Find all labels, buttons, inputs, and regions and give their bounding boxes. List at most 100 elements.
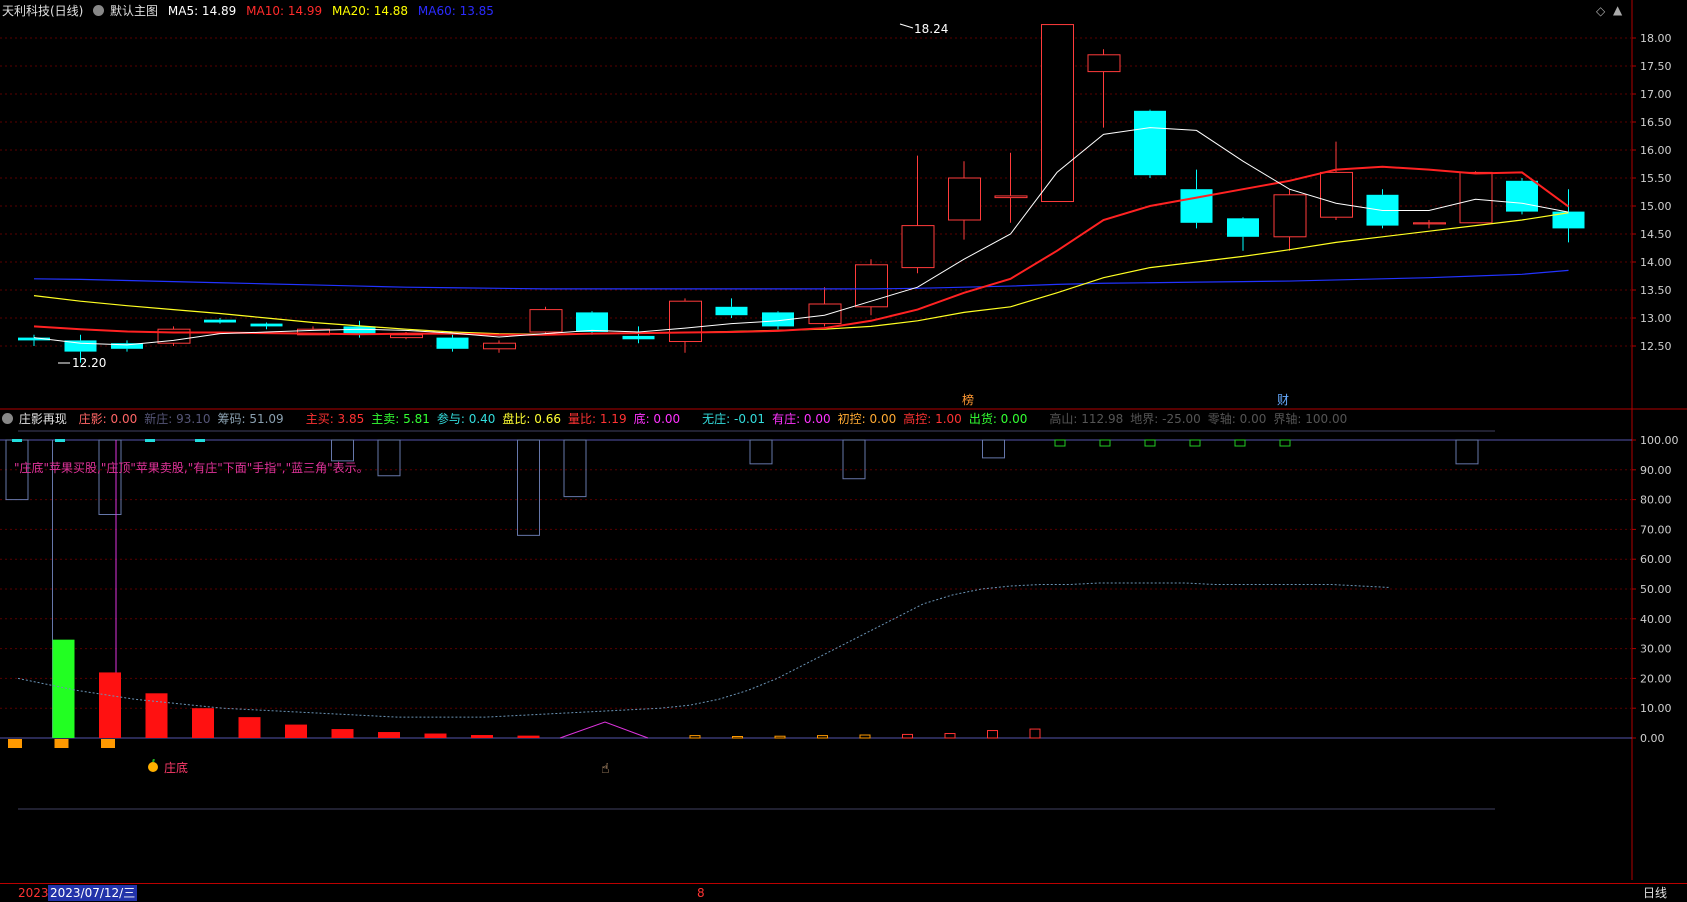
- period-tab-daily[interactable]: 日线: [1643, 885, 1667, 901]
- small-outline-bar: [689, 735, 701, 739]
- indicator-panel[interactable]: 100.00 90.00 80.00 70.00 60.00 50.00 40.00 30.0…: [0, 410, 1687, 880]
- template-label[interactable]: 默认主图: [110, 4, 158, 18]
- price-axis-label: 14.00: [1640, 256, 1672, 269]
- indicator-value-13: 出货: 0.00: [968, 412, 1028, 426]
- stock-title[interactable]: 天利科技(日线): [2, 4, 83, 18]
- red-volume-bar: [424, 733, 447, 738]
- candle-body: [1273, 194, 1307, 238]
- indicator-value-14: 高山: 112.98: [1049, 412, 1124, 426]
- price-axis-label: 15.00: [1640, 200, 1672, 213]
- indicator-value-9: 无庄: -0.01: [702, 412, 766, 426]
- indicator-value-0: 庄影: 0.00: [78, 412, 138, 426]
- red-volume-bar: [145, 693, 168, 738]
- green-top-marker: [1144, 439, 1156, 447]
- green-top-marker: [1054, 439, 1066, 447]
- price-axis-label: 17.00: [1640, 88, 1672, 101]
- green-top-marker: [1189, 439, 1201, 447]
- indicator-value-2: 筹码: 51.09: [217, 412, 284, 426]
- ma20-line: [33, 212, 1569, 335]
- orange-marker: [8, 739, 22, 748]
- indicator-axis-label: 30.00: [1640, 643, 1672, 656]
- indicator-value-4: 主卖: 5.81: [371, 412, 430, 426]
- indicator-value-1: 新庄: 93.10: [144, 412, 211, 426]
- candle-body: [948, 177, 981, 221]
- indicator-name[interactable]: 庄影再现: [19, 412, 67, 426]
- candle-body: [855, 264, 888, 308]
- candle-body: [669, 300, 702, 343]
- indicator-value-7: 量比: 1.19: [568, 412, 627, 426]
- price-axis-label: 15.50: [1640, 172, 1672, 185]
- template-dropdown-icon[interactable]: [93, 5, 105, 16]
- hollow-bar: [749, 439, 773, 465]
- indicator-axis-label: 100.00: [1640, 434, 1679, 447]
- indicator-axis-label: 20.00: [1640, 672, 1672, 685]
- price-axis-label: 13.50: [1640, 284, 1672, 297]
- indicator-value-17: 界轴: 100.00: [1273, 412, 1348, 426]
- candle-body: [901, 225, 935, 269]
- indicator-axis-label: 90.00: [1640, 464, 1672, 477]
- price-axis-label: 16.00: [1640, 144, 1672, 157]
- small-outline-bar: [987, 730, 998, 739]
- green-top-marker: [1279, 439, 1291, 447]
- price-axis-label: 14.50: [1640, 228, 1672, 241]
- small-outline-bar: [1029, 728, 1041, 739]
- indicator-axis-label: 10.00: [1640, 702, 1672, 715]
- candle-body: [483, 342, 516, 350]
- price-chart-panel[interactable]: 18.00 17.50 17.00 16.50 16.00 15.50 15.00 14.50…: [0, 0, 1687, 410]
- indicator-value-15: 地界: -25.00: [1130, 412, 1201, 426]
- small-outline-bar: [944, 733, 956, 739]
- magenta-signal-line: [559, 721, 649, 739]
- red-volume-bar: [285, 724, 307, 738]
- status-date[interactable]: 2023/07/12/三: [48, 885, 138, 901]
- red-volume-bar: [378, 732, 400, 738]
- small-outline-bar: [902, 733, 913, 739]
- indicator-value-5: 参与: 0.40: [436, 412, 496, 426]
- price-axis-label: 17.50: [1640, 60, 1672, 73]
- indicator-axis-label: 40.00: [1640, 613, 1672, 626]
- indicator-value-10: 有庄: 0.00: [772, 412, 831, 426]
- indicator-value-8: 底: 0.00: [633, 412, 681, 426]
- price-chart-canvas[interactable]: 18.00 17.50 17.00 16.50 16.00 15.50 15.00 14.50…: [0, 0, 1687, 410]
- price-chart-header: 天利科技(日线) 默认主图 MA5: 14.89 MA10: 14.99 MA2…: [2, 3, 500, 19]
- zhuangdi-label: 庄底: [164, 761, 189, 775]
- indicator-axis-label: 80.00: [1640, 494, 1672, 507]
- ma20-value: MA20: 14.88: [332, 4, 409, 18]
- candle-body: [1087, 54, 1121, 73]
- status-mid-mark: 8: [697, 886, 705, 900]
- price-axis-label: 16.50: [1640, 116, 1672, 129]
- ma10-value: MA10: 14.99: [246, 4, 323, 18]
- hollow-bar: [982, 439, 1005, 459]
- cyan-top-marker: [12, 439, 22, 442]
- chip-line: [17, 582, 1391, 718]
- hollow-bar: [331, 439, 354, 462]
- high-price-arrow: [899, 23, 914, 29]
- status-bar: 2023 2023/07/12/三 8 日线: [0, 883, 1687, 902]
- price-axis-label: 18.00: [1640, 32, 1672, 45]
- candle-body: [715, 306, 748, 316]
- indicator-note: "庄底"苹果买股,"庄顶"苹果卖股,"有庄"下面"手指","蓝三角"表示。: [14, 461, 369, 475]
- indicator-values: 庄影: 0.00 新庄: 93.10 筹码: 51.09 主买: 3.85 主卖: 5.…: [79, 412, 1355, 426]
- indicator-value-16: 零轴: 0.00: [1207, 412, 1267, 426]
- indicator-axis-label: 50.00: [1640, 583, 1672, 596]
- indicator-axis-label: 0.00: [1640, 732, 1665, 745]
- indicator-canvas[interactable]: 100.00 90.00 80.00 70.00 60.00 50.00 40.00 30.0…: [0, 410, 1687, 880]
- high-price-label: 18.24: [914, 22, 948, 36]
- candle-body: [1041, 24, 1074, 203]
- price-axis-label: 13.00: [1640, 312, 1672, 325]
- candle-body: [1320, 171, 1353, 218]
- indicator-axis-label: 60.00: [1640, 553, 1672, 566]
- candle-body: [204, 319, 236, 323]
- ma60-line: [33, 269, 1569, 290]
- diamond-icon[interactable]: ◇: [1596, 4, 1605, 18]
- green-top-marker: [1234, 439, 1246, 447]
- indicator-gear-icon[interactable]: [2, 413, 13, 424]
- candle-body: [808, 303, 842, 325]
- hollow-bar: [517, 439, 540, 536]
- candle-body: [1459, 171, 1493, 224]
- candle-body: [390, 334, 423, 339]
- candle-body: [1227, 218, 1259, 237]
- ma5-line: [33, 127, 1569, 346]
- collapse-icon[interactable]: ▲: [1613, 3, 1622, 17]
- red-volume-bar: [331, 729, 354, 738]
- hollow-bar: [842, 439, 866, 480]
